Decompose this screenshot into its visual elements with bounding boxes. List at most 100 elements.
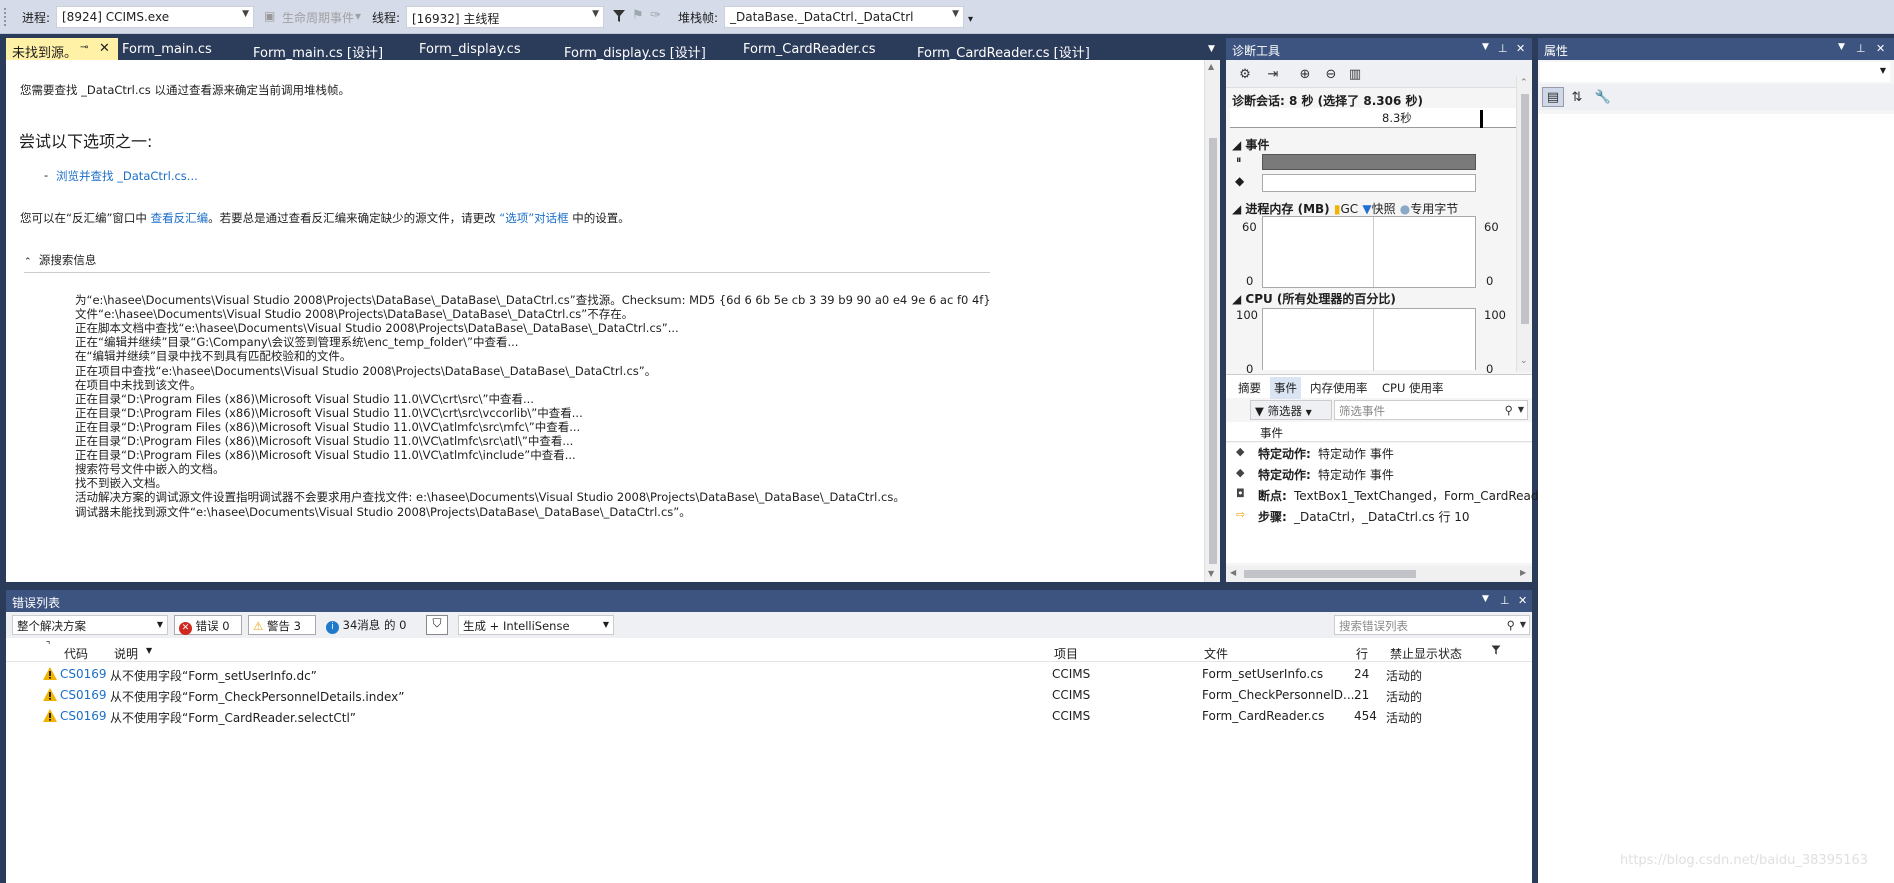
scroll-thumb[interactable] xyxy=(1521,94,1529,324)
scroll-down-icon[interactable]: ▼ xyxy=(1208,569,1214,578)
scroll-up-icon[interactable]: ▲ xyxy=(1208,62,1214,71)
error-code-link[interactable]: CS0169 xyxy=(60,688,107,702)
tab-memory-usage[interactable]: 内存使用率 xyxy=(1310,380,1368,396)
error-table-row[interactable]: CS0169 从不使用字段“Form_CheckPersonnelDetails.… xyxy=(6,685,1536,706)
export-icon[interactable]: ⇥ xyxy=(1262,64,1284,84)
lifecycle-events-icon[interactable]: ▣ xyxy=(264,9,275,23)
error-code-link[interactable]: CS0169 xyxy=(60,667,107,681)
toolbar-grip[interactable] xyxy=(4,8,8,26)
alphabetical-icon[interactable]: ⇅ xyxy=(1566,87,1588,107)
pause-icon[interactable]: ⏸ xyxy=(1236,153,1242,167)
events-list: ◆ 特定动作: 特定动作 事件 ◆ 特定动作: 特定动作 事件 ◘ 断点: TextBox… xyxy=(1226,443,1546,563)
build-intellisense-dropdown[interactable]: 生成 + IntelliSense ▼ xyxy=(458,615,614,635)
flag-thread-icon[interactable]: ⚑ xyxy=(632,8,644,23)
event-row[interactable]: ◘ 断点: TextBox1_TextChanged，Form_CardReade xyxy=(1226,485,1546,505)
build-filter-icon[interactable]: ⛉ xyxy=(426,615,448,635)
error-table-row[interactable]: CS0169 从不使用字段“Form_CardReader.selectCtl” C… xyxy=(6,706,1536,727)
reset-view-icon[interactable]: ▥ xyxy=(1344,64,1366,84)
tab-source-not-found[interactable]: 未找到源。 ⊸ ✕ xyxy=(6,38,118,61)
scroll-left-icon[interactable]: ◀ xyxy=(1230,568,1236,577)
description-column-header[interactable]: 说明 xyxy=(114,645,138,662)
stackframe-dropdown[interactable]: _DataBase._DataCtrl._DataCtrl ▼ xyxy=(724,6,964,28)
thread-dropdown[interactable]: [16932] 主线程 ▼ xyxy=(406,6,604,28)
lifecycle-dropdown-arrow[interactable]: ▾ xyxy=(355,9,361,23)
code-column-header[interactable]: 代码 xyxy=(64,645,88,662)
event-row[interactable]: ◆ 特定动作: 特定动作 事件 xyxy=(1226,443,1526,463)
search-icon[interactable]: ⚲ xyxy=(1505,403,1513,417)
tab-form-display[interactable]: Form_display.cs xyxy=(419,38,521,60)
messages-filter-button[interactable]: i 34消息 的 0 xyxy=(322,615,422,635)
zoom-out-icon[interactable]: ⊖ xyxy=(1320,64,1342,84)
scroll-thumb[interactable] xyxy=(1209,138,1217,564)
chevron-down-icon[interactable]: ▼ xyxy=(1518,405,1524,414)
property-pages-icon[interactable]: 🔧 xyxy=(1592,87,1614,107)
chevron-down-icon[interactable]: ▼ xyxy=(1520,620,1526,629)
events-marker-track[interactable] xyxy=(1262,174,1476,192)
object-selector[interactable]: ▼ xyxy=(1540,62,1890,82)
browse-find-link[interactable]: 浏览并查找 _DataCtrl.cs... xyxy=(56,168,198,184)
event-search-input[interactable]: 筛选事件 ⚲ ▼ xyxy=(1334,400,1528,420)
dropdown-icon[interactable]: ▼ xyxy=(1838,42,1845,52)
zoom-in-icon[interactable]: ⊕ xyxy=(1294,64,1316,84)
close-icon[interactable]: ✕ xyxy=(1518,594,1527,607)
tab-cpu-usage[interactable]: CPU 使用率 xyxy=(1382,380,1444,396)
pin-icon[interactable]: ⊥ xyxy=(1500,594,1510,607)
events-track[interactable] xyxy=(1262,154,1476,170)
file-column-header[interactable]: 文件 xyxy=(1204,645,1228,662)
event-column-header[interactable]: 事件 xyxy=(1260,425,1283,441)
scroll-thumb[interactable] xyxy=(1244,570,1416,578)
error-table-row[interactable]: CS0169 从不使用字段“Form_setUserInfo.dc” CCIMS Fo… xyxy=(6,664,1536,685)
memory-graph[interactable] xyxy=(1262,216,1476,288)
pin-icon[interactable]: ⊥ xyxy=(1856,42,1866,55)
doc-vertical-scrollbar[interactable]: ▲ ▼ xyxy=(1204,60,1220,582)
pin-icon[interactable]: ⊸ xyxy=(80,42,88,53)
cpu-axis-max-right: 100 xyxy=(1484,308,1506,322)
errors-filter-button[interactable]: ✕ 错误 0 xyxy=(174,615,242,635)
tab-summary[interactable]: 摘要 xyxy=(1238,380,1261,396)
categorized-icon[interactable]: ▤ xyxy=(1542,87,1564,107)
error-list-search-input[interactable]: 搜索错误列表 ⚲ ▼ xyxy=(1334,615,1530,635)
close-icon[interactable]: ✕ xyxy=(1516,42,1525,55)
line-column-header[interactable]: 行 xyxy=(1356,645,1368,662)
sort-corner-icon[interactable]: ⌝ xyxy=(46,641,50,651)
timeline-cursor[interactable] xyxy=(1480,110,1483,128)
error-code-link[interactable]: CS0169 xyxy=(60,709,107,723)
tab-list-dropdown-icon[interactable]: ▼ xyxy=(1208,44,1215,54)
tab-form-cardreader-design[interactable]: Form_CardReader.cs [设计] xyxy=(917,38,1090,61)
close-icon[interactable]: ✕ xyxy=(99,41,110,56)
tab-form-main-design[interactable]: Form_main.cs [设计] xyxy=(253,38,383,61)
tab-form-cardreader[interactable]: Form_CardReader.cs xyxy=(743,38,876,60)
events-horizontal-scrollbar[interactable]: ◀ ▶ xyxy=(1226,566,1532,582)
search-info-toggle[interactable]: ⌃ 源搜索信息 xyxy=(24,252,96,268)
toolbar-overflow-icon[interactable]: ▾ xyxy=(968,14,973,25)
event-row[interactable]: ⇨ 步骤: _DataCtrl，_DataCtrl.cs 行 10 xyxy=(1226,506,1526,526)
filter-button[interactable]: ▼ 筛选器 ▼ xyxy=(1250,400,1332,420)
lifecycle-events-button[interactable]: 生命周期事件 xyxy=(282,9,354,26)
event-row[interactable]: ◆ 特定动作: 特定动作 事件 xyxy=(1226,464,1526,484)
filter-icon[interactable] xyxy=(612,8,626,24)
process-dropdown[interactable]: [8924] CCIMS.exe ▼ xyxy=(56,6,254,28)
show-flagged-icon[interactable]: ✑ xyxy=(650,8,661,23)
diagnostics-vertical-scrollbar[interactable]: ⌃ ⌄ xyxy=(1516,76,1532,372)
suppression-column-header[interactable]: 禁止显示状态 xyxy=(1390,645,1462,662)
scope-dropdown[interactable]: 整个解决方案 ▼ xyxy=(12,615,168,635)
scroll-up-icon[interactable]: ⌃ xyxy=(1520,78,1528,88)
options-dialog-link[interactable]: “选项”对话框 xyxy=(499,211,568,225)
scroll-down-icon[interactable]: ⌄ xyxy=(1520,356,1528,366)
close-icon[interactable]: ✕ xyxy=(1876,42,1885,55)
timeline-ruler[interactable]: 8.3秒 xyxy=(1230,108,1524,128)
cpu-graph[interactable] xyxy=(1262,308,1476,371)
search-icon[interactable]: ⚲ xyxy=(1507,618,1515,632)
pin-icon[interactable]: ⊥ xyxy=(1498,42,1508,55)
view-disassembly-link[interactable]: 查看反汇编 xyxy=(151,211,209,225)
dropdown-icon[interactable]: ▼ xyxy=(1482,42,1489,52)
filter-icon[interactable] xyxy=(1490,644,1502,659)
warnings-filter-button[interactable]: ⚠ 警告 3 xyxy=(248,615,316,635)
tab-events[interactable]: 事件 xyxy=(1270,377,1301,399)
scroll-right-icon[interactable]: ▶ xyxy=(1520,568,1526,577)
dropdown-icon[interactable]: ▼ xyxy=(1482,594,1489,604)
project-column-header[interactable]: 项目 xyxy=(1054,645,1078,662)
tab-form-main[interactable]: Form_main.cs xyxy=(122,38,212,60)
tab-form-display-design[interactable]: Form_display.cs [设计] xyxy=(564,38,706,61)
settings-icon[interactable]: ⚙ xyxy=(1234,64,1256,84)
